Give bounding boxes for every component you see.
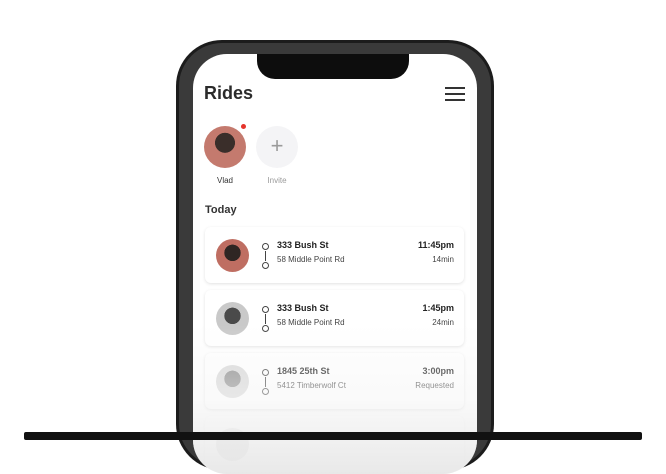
- dropoff-address: 5412 Timberwolf Ct: [277, 381, 346, 390]
- base-shadow: [24, 432, 642, 440]
- ride-time: 1:45pm: [422, 303, 454, 313]
- ride-card[interactable]: 333 Bush St 58 Middle Point Rd 1:45pm 24…: [205, 290, 464, 346]
- ride-time: 3:00pm: [422, 366, 454, 376]
- phone-notch: [257, 54, 409, 79]
- ride-time: 11:45pm: [417, 240, 454, 250]
- online-indicator: [241, 124, 246, 129]
- ride-duration: 14min: [432, 255, 454, 264]
- ride-duration: 24min: [432, 318, 454, 327]
- route-icon: [261, 369, 269, 395]
- driver-avatar: [216, 302, 249, 335]
- section-title-today: Today: [205, 204, 237, 216]
- invite-label[interactable]: Invite: [256, 176, 298, 185]
- plus-icon[interactable]: +: [256, 126, 298, 168]
- pickup-address: 333 Bush St: [277, 303, 329, 313]
- page-title: Rides: [204, 83, 254, 103]
- dropoff-address: 58 Middle Point Rd: [277, 318, 345, 327]
- pickup-address: 333 Bush St: [277, 240, 329, 250]
- route-icon: [261, 243, 269, 269]
- ride-card[interactable]: 1845 25th St 5412 Timberwolf Ct 3:00pm R…: [205, 353, 464, 409]
- ride-card-partial[interactable]: [205, 416, 464, 472]
- ride-status: Requested: [415, 381, 454, 390]
- avatar-vlad[interactable]: [204, 126, 246, 168]
- driver-avatar: [216, 365, 249, 398]
- driver-avatar: [216, 239, 249, 272]
- dropoff-address: 58 Middle Point Rd: [277, 255, 345, 264]
- route-icon: [261, 306, 269, 332]
- ride-card[interactable]: 333 Bush St 58 Middle Point Rd 11:45pm 1…: [205, 227, 464, 283]
- hamburger-menu-icon[interactable]: [445, 87, 465, 101]
- pickup-address: 1845 25th St: [277, 366, 330, 376]
- phone-screen: Rides Vlad + Invite Today 333 Bush St 58…: [193, 54, 477, 474]
- story-name-vlad: Vlad: [216, 176, 233, 185]
